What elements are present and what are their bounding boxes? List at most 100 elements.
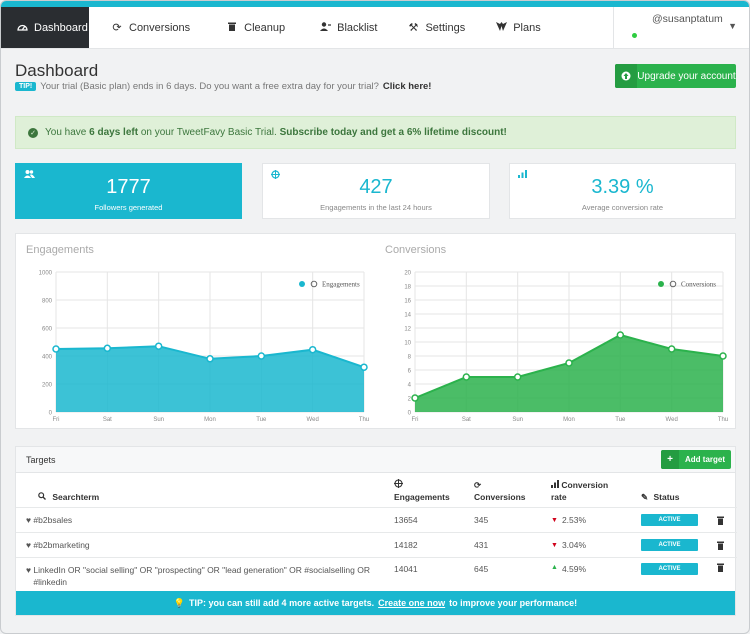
trend-down-icon: ▼ xyxy=(551,541,558,549)
row-term: #b2bmarketing xyxy=(33,540,90,550)
page-header: Dashboard TIP! Your trial (Basic plan) e… xyxy=(1,49,749,99)
delete-icon[interactable] xyxy=(717,558,724,593)
conversions-chart-title: Conversions xyxy=(385,244,447,256)
row-engagements: 14182 xyxy=(394,540,418,550)
col-status-label: Status xyxy=(653,492,680,502)
col-searchterm[interactable]: Searchterm xyxy=(38,491,99,503)
user-handle: @susanptatum xyxy=(652,13,723,25)
x-tick-label: Thu xyxy=(718,417,728,423)
legend-label: Conversions xyxy=(681,281,716,289)
data-point xyxy=(719,352,727,360)
stat-engagements-value: 427 xyxy=(359,176,393,198)
user-menu[interactable]: @susanptatum ▼ xyxy=(613,7,747,49)
nav-settings-label: Settings xyxy=(425,21,466,34)
lightbulb-icon: 💡 xyxy=(173,597,186,608)
targets-footer-tip: 💡 TIP: you can still add 4 more active t… xyxy=(16,591,735,615)
check-circle-icon: ✓ xyxy=(28,127,38,138)
legend-swatch xyxy=(658,281,664,287)
data-point xyxy=(308,345,317,354)
col-conversions[interactable]: ⟳ Conversions xyxy=(474,479,526,503)
status-badge[interactable]: ACTIVE xyxy=(641,539,698,551)
charts-panel: Engagements Conversions 0 200 400 600 800 100… xyxy=(15,233,736,429)
stat-conversion-rate-label: Average conversion rate xyxy=(581,203,664,212)
pencil-icon: ✎ xyxy=(641,492,649,502)
search-icon xyxy=(38,492,48,502)
target-icon xyxy=(394,479,450,491)
legend-icon xyxy=(310,280,318,288)
trial-tip-link[interactable]: Click here! xyxy=(383,81,432,92)
heart-icon: ♥ xyxy=(26,540,32,550)
trial-tip-text: Your trial (Basic plan) ends in 6 days. … xyxy=(40,81,379,92)
y-tick-label: 16 xyxy=(404,299,411,305)
bar-chart-icon xyxy=(551,480,561,490)
alert-pre: You have xyxy=(45,127,87,138)
col-status[interactable]: ✎ Status xyxy=(641,491,679,503)
x-tick-label: Sun xyxy=(512,417,523,423)
status-badge[interactable]: ACTIVE xyxy=(641,563,698,575)
data-point xyxy=(513,373,522,381)
table-row[interactable]: ♥ LinkedIn OR "social selling" OR "prosp… xyxy=(16,557,737,593)
y-tick-label: 0 xyxy=(49,411,53,417)
col-conversion-rate[interactable]: Conversion rate xyxy=(551,479,608,503)
stat-conversion-rate-value: 3.39 % xyxy=(591,176,654,198)
stat-engagements: 427 Engagements in the last 24 hours xyxy=(262,163,490,219)
nav-blacklist-label: Blacklist xyxy=(337,21,378,34)
row-term: LinkedIn OR "social selling" OR "prospec… xyxy=(33,565,370,587)
row-term: #b2bsales xyxy=(33,515,73,525)
heart-icon: ♥ xyxy=(26,515,32,525)
row-rate: 4.59% xyxy=(561,564,587,574)
nav-cleanup-label: Cleanup xyxy=(244,21,286,34)
data-point xyxy=(616,331,625,339)
stat-conversion-rate: 3.39 % Average conversion rate xyxy=(509,163,736,219)
speedometer-icon xyxy=(17,22,28,34)
row-engagements: 13654 xyxy=(394,515,418,525)
y-tick-label: 800 xyxy=(42,299,53,305)
heart-icon: ♥ xyxy=(26,565,32,575)
row-conversions: 431 xyxy=(474,540,489,550)
plans-icon xyxy=(495,21,507,34)
y-tick-label: 12 xyxy=(404,327,411,333)
data-point xyxy=(52,345,60,353)
y-tick-label: 6 xyxy=(408,369,412,375)
nav-plans[interactable]: Plans xyxy=(479,7,555,48)
y-tick-label: 2 xyxy=(408,397,412,403)
data-point xyxy=(257,352,266,360)
col-engagements[interactable]: Engagements xyxy=(394,479,450,503)
row-rate: 2.53% xyxy=(561,515,587,525)
bar-chart-icon xyxy=(518,170,527,180)
engagements-chart-title: Engagements xyxy=(26,244,94,256)
trend-up-icon: ▲ xyxy=(551,564,558,571)
table-row[interactable]: ♥ #b2bmarketing 14182 431 ▼ 3.04% ACTIVE xyxy=(16,532,737,557)
data-point xyxy=(206,355,214,363)
alert-days: 6 days left xyxy=(89,127,139,138)
x-tick-label: Wed xyxy=(307,417,319,423)
nav-blacklist[interactable]: Blacklist xyxy=(299,7,391,48)
legend-label: Engagements xyxy=(322,281,360,289)
nav-conversions[interactable]: ⟳ Conversions xyxy=(97,7,204,48)
col-rate-label-1: Conversion xyxy=(561,480,609,490)
stat-followers-value: 1777 xyxy=(106,176,151,198)
delete-icon[interactable] xyxy=(717,533,724,557)
caret-down-icon: ▼ xyxy=(728,21,737,31)
data-point xyxy=(103,344,112,353)
alert-mid: on your TweetFavy Basic Trial. xyxy=(140,127,277,138)
upgrade-account-button[interactable]: Upgrade your account xyxy=(615,64,736,88)
add-target-button[interactable]: + Add target xyxy=(661,450,731,469)
add-target-label: Add target xyxy=(685,455,725,464)
nav-settings[interactable]: ⚒ Settings xyxy=(391,7,479,48)
row-conversions: 345 xyxy=(474,515,489,525)
create-target-link[interactable]: Create one now xyxy=(378,598,445,608)
y-tick-label: 4 xyxy=(408,383,412,389)
nav-cleanup[interactable]: Cleanup xyxy=(204,7,299,48)
nav-plans-label: Plans xyxy=(513,21,541,34)
table-row[interactable]: ♥ #b2bsales 13654 345 ▼ 2.53% ACTIVE xyxy=(16,507,737,532)
y-tick-label: 0 xyxy=(408,411,412,417)
delete-icon[interactable] xyxy=(717,508,724,532)
x-tick-label: Fri xyxy=(53,417,60,423)
user-block-icon xyxy=(319,21,331,34)
y-tick-label: 10 xyxy=(404,341,411,347)
col-conversions-label: Conversions xyxy=(474,492,526,502)
nav-dashboard[interactable]: Dashboard xyxy=(1,7,89,48)
status-badge[interactable]: ACTIVE xyxy=(641,514,698,526)
tip-badge: TIP! xyxy=(15,82,37,91)
